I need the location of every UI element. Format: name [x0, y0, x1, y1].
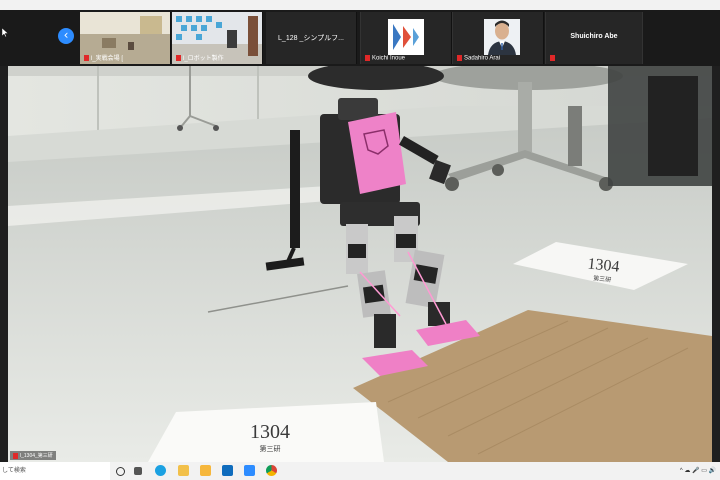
- taskbar-search-box[interactable]: して検索: [0, 462, 110, 480]
- mic-muted-icon: [176, 55, 181, 62]
- store-icon[interactable]: [200, 465, 211, 476]
- participant-title: L_128 _シンプルフ...: [278, 35, 344, 42]
- mic-muted-icon: [550, 55, 555, 62]
- zoom-icon[interactable]: [244, 465, 255, 476]
- paper-sign-large-sub: 第三研: [260, 444, 281, 453]
- tile-divider: [642, 12, 643, 64]
- task-view-icon[interactable]: [116, 467, 125, 476]
- mail-icon[interactable]: [222, 465, 233, 476]
- robot-video-scene: 1304 第三研 1304 第三研: [8, 66, 712, 462]
- video-participant-label: l_1304_第三研: [10, 451, 56, 460]
- paper-sign-large-number: 1304: [250, 421, 290, 443]
- participant-tile-1[interactable]: l_実戦会場 [: [80, 12, 171, 64]
- main-video-feed[interactable]: 1304 第三研 1304 第三研 l_1304_第三研: [8, 66, 712, 462]
- participant-tile-2[interactable]: l_ロボット製作: [172, 12, 263, 64]
- mic-muted-icon: [13, 452, 18, 459]
- mic-muted-icon: [457, 55, 462, 62]
- participant-tile-5[interactable]: Sadahiro Arai: [453, 12, 544, 64]
- system-tray[interactable]: ^ ☁ 🎤 ▭ 🔊: [680, 462, 716, 480]
- previous-page-button[interactable]: ‹: [58, 28, 74, 44]
- participant-name-label: Sadahiro Arai: [457, 55, 500, 62]
- paper-sign-small-number: 1304: [587, 255, 621, 275]
- participant-tile-6[interactable]: Shuichiro Abe: [546, 12, 643, 64]
- file-explorer-icon[interactable]: [178, 465, 189, 476]
- mic-muted-icon: [84, 55, 89, 62]
- participant-name-label: Koichi Inoue: [365, 55, 405, 62]
- participant-tile-3[interactable]: L_128 _シンプルフ...: [266, 12, 357, 64]
- windows-taskbar: して検索 ^ ☁ 🎤 ▭ 🔊: [0, 462, 720, 480]
- participant-tile-4[interactable]: Koichi Inoue: [361, 12, 452, 64]
- mouse-cursor-icon: [2, 28, 8, 37]
- widgets-icon[interactable]: [134, 467, 142, 475]
- window-title-bar: [0, 0, 720, 10]
- mic-muted-icon: [365, 55, 370, 62]
- participant-name-label: l_ロボット製作: [176, 53, 224, 62]
- edge-icon[interactable]: [155, 465, 166, 476]
- participant-name-label: l_実戦会場 [: [84, 53, 123, 62]
- chrome-icon[interactable]: [266, 465, 277, 476]
- participant-title: Shuichiro Abe: [570, 33, 618, 40]
- participant-status: [550, 55, 557, 62]
